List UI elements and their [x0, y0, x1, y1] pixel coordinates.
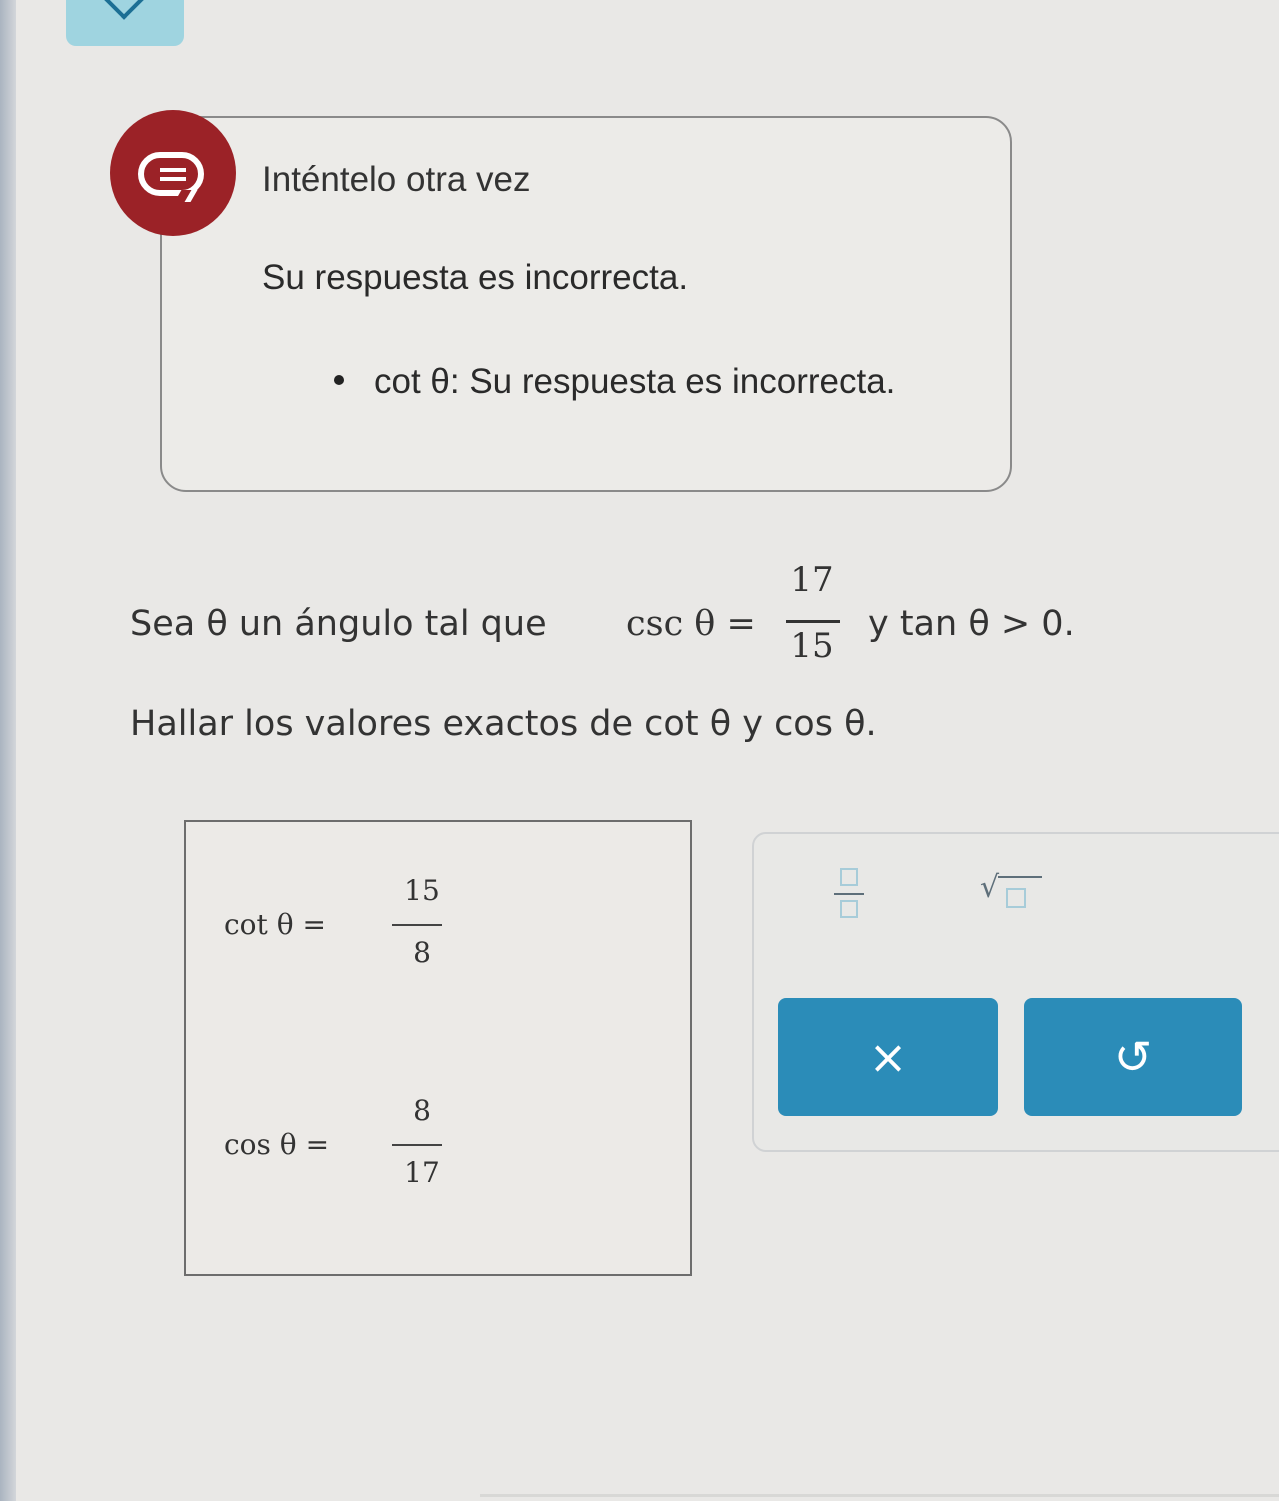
fraction-bar: [392, 924, 442, 926]
bullet-icon: [334, 374, 344, 385]
cos-label: cos θ =: [224, 1128, 330, 1161]
fraction-bar: [392, 1144, 442, 1146]
csc-numerator: 17: [790, 560, 834, 600]
feedback-item-text: cot θ: Su respuesta es incorrecta.: [374, 362, 896, 401]
feedback-message: Su respuesta es incorrecta.: [262, 258, 689, 297]
cot-numerator[interactable]: 15: [382, 874, 462, 907]
bottom-divider: [480, 1494, 1279, 1497]
csc-denominator: 15: [790, 626, 834, 666]
csc-expression: csc θ =: [626, 604, 756, 644]
radical-bar: [998, 876, 1042, 878]
collapse-tab[interactable]: [66, 0, 184, 46]
problem-question: Hallar los valores exactos de cot θ y co…: [130, 704, 877, 744]
chat-bubble-icon: [138, 152, 204, 196]
square-root-template-button[interactable]: √: [980, 870, 1046, 916]
undo-button[interactable]: ↺: [1024, 998, 1242, 1116]
problem-suffix: y tan θ > 0.: [868, 604, 1075, 644]
fraction-template-button[interactable]: [832, 866, 872, 930]
fraction-bar: [786, 620, 840, 623]
cos-numerator[interactable]: 8: [382, 1094, 462, 1127]
clear-button[interactable]: ×: [778, 998, 998, 1116]
problem-statement: Sea θ un ángulo tal que csc θ = 17 15 y …: [130, 560, 1130, 680]
fraction-bar: [834, 893, 864, 895]
placeholder-box-icon: [1006, 888, 1026, 908]
undo-icon: ↺: [1113, 1030, 1153, 1084]
feedback-title: Inténtelo otra vez: [262, 160, 531, 199]
close-icon: ×: [868, 1030, 908, 1084]
left-edge: [0, 0, 16, 1501]
chevron-down-icon: [104, 0, 144, 20]
problem-prefix: Sea θ un ángulo tal que: [130, 604, 547, 644]
radical-icon: √: [980, 870, 1000, 905]
cos-denominator[interactable]: 17: [382, 1156, 462, 1189]
cot-label: cot θ =: [224, 908, 326, 941]
answer-box: cot θ = 15 8 cos θ = 8 17: [184, 820, 692, 1276]
placeholder-box-icon: [840, 868, 858, 886]
cot-denominator[interactable]: 8: [382, 936, 462, 969]
placeholder-box-icon: [840, 900, 858, 918]
math-palette: √ × ↺: [752, 832, 1279, 1152]
feedback-badge: [110, 110, 236, 236]
feedback-item: cot θ: Su respuesta es incorrecta.: [334, 362, 895, 402]
